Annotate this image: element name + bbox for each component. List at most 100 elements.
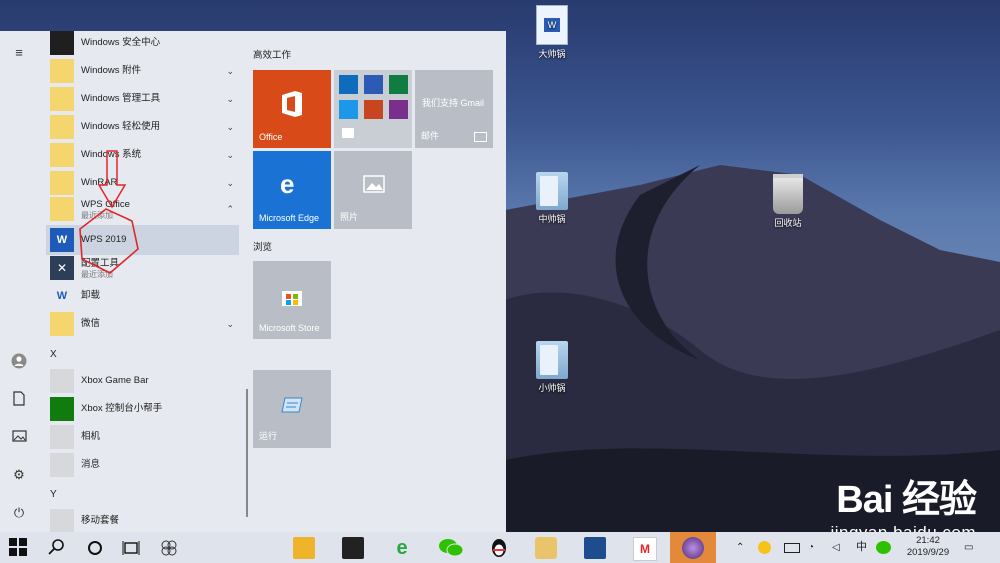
taskbar-store[interactable] bbox=[342, 537, 364, 559]
settings-gear-icon[interactable]: ⚙ bbox=[10, 466, 28, 484]
red-app-icon: M bbox=[640, 542, 650, 556]
taskbar: e M ⌃ ◔ ◁ 中 21:42 2019/9/29 ▭ bbox=[0, 532, 1000, 563]
app-folder-windows-accessories[interactable]: Windows 附件 ⌄ bbox=[50, 59, 238, 83]
folder-icon bbox=[536, 341, 568, 379]
volume-icon[interactable]: ◁ bbox=[832, 532, 840, 563]
app-mobile-plans[interactable]: 移动套餐 bbox=[50, 509, 238, 533]
chevron-down-icon: ⌄ bbox=[226, 178, 234, 188]
chevron-down-icon: ⌄ bbox=[226, 66, 234, 76]
xbox-game-bar-icon bbox=[50, 369, 74, 393]
note-icon bbox=[342, 128, 354, 138]
tile-label: Office bbox=[259, 132, 283, 142]
tile-office[interactable]: Office bbox=[253, 70, 331, 148]
app-xbox-game-bar[interactable]: Xbox Game Bar bbox=[50, 369, 238, 393]
notification-center-icon[interactable]: ▭ bbox=[964, 532, 973, 563]
app-xbox-console-companion[interactable]: Xbox 控制台小帮手 bbox=[50, 397, 238, 421]
tile-microsoft-edge[interactable]: e Microsoft Edge bbox=[253, 151, 331, 229]
edge-icon: e bbox=[280, 169, 295, 199]
letter-header-x[interactable]: X bbox=[50, 349, 57, 360]
taskbar-app-badge[interactable] bbox=[535, 537, 557, 559]
app-folder-windows-admin-tools[interactable]: Windows 管理工具 ⌄ bbox=[50, 87, 238, 111]
app-uninstall[interactable]: W 卸载 bbox=[50, 284, 238, 308]
chevron-down-icon: ⌄ bbox=[226, 150, 234, 160]
ime-indicator[interactable]: 中 bbox=[856, 532, 867, 563]
cortana-circle-icon bbox=[88, 541, 102, 555]
app-label: Windows 安全中心 bbox=[81, 37, 161, 48]
task-view-button[interactable] bbox=[120, 537, 142, 559]
app-folder-wechat[interactable]: 微信 ⌄ bbox=[50, 312, 238, 336]
app-label: Windows 轻松使用 bbox=[81, 121, 161, 132]
desktop-icon-label: 小帅锅 bbox=[538, 383, 566, 393]
taskbar-wechat[interactable] bbox=[438, 537, 464, 559]
tile-mail[interactable]: 我们支持 Gmail 邮件 bbox=[415, 70, 493, 148]
desktop-icon-xiaoshuaiguo[interactable]: 小帅锅 bbox=[522, 341, 582, 394]
folder-icon bbox=[536, 172, 568, 210]
mail-icon bbox=[474, 132, 487, 142]
desktop-icon-dashuaiguo[interactable]: W 大帅锅 bbox=[522, 5, 582, 60]
clock-time: 21:42 bbox=[916, 535, 940, 546]
taskbar-active-app[interactable] bbox=[670, 532, 716, 563]
app-label: 卸载 bbox=[81, 290, 101, 301]
qq-penguin-icon bbox=[492, 539, 506, 557]
taskbar-ie-browser[interactable]: e bbox=[391, 537, 413, 559]
skype-icon bbox=[339, 100, 358, 119]
folder-icon bbox=[50, 59, 74, 83]
chevron-down-icon: ⌄ bbox=[226, 94, 234, 104]
search-button[interactable] bbox=[46, 536, 70, 560]
app-label: 相机 bbox=[81, 431, 101, 442]
taskbar-app-flower[interactable] bbox=[158, 537, 180, 559]
wechat-tray-icon[interactable] bbox=[876, 541, 891, 554]
browser-e-icon: e bbox=[396, 537, 408, 559]
app-folder-windows-ease-of-access[interactable]: Windows 轻松使用 ⌄ bbox=[50, 115, 238, 139]
desktop-icon-recycle-bin[interactable]: 回收站 bbox=[758, 174, 818, 229]
clock[interactable]: 21:42 2019/9/29 bbox=[904, 535, 952, 559]
camera-icon bbox=[50, 425, 74, 449]
tile-office-apps-folder[interactable] bbox=[334, 70, 412, 148]
app-messages[interactable]: 消息 bbox=[50, 453, 238, 477]
start-button[interactable] bbox=[8, 537, 30, 559]
tile-photos[interactable]: 照片 bbox=[334, 151, 412, 229]
onenote-icon bbox=[389, 100, 408, 119]
windows-logo-icon bbox=[9, 538, 27, 556]
tray-app-icon[interactable] bbox=[758, 541, 771, 554]
battery-icon[interactable] bbox=[784, 543, 800, 553]
flower-app-icon bbox=[161, 540, 177, 556]
taskbar-app-red[interactable]: M bbox=[633, 537, 657, 561]
app-windows-security[interactable]: Windows 安全中心 bbox=[50, 31, 238, 55]
signal-icon bbox=[50, 509, 74, 533]
cortana-button[interactable] bbox=[84, 537, 106, 559]
taskbar-app-train[interactable] bbox=[584, 537, 606, 559]
pictures-icon[interactable] bbox=[10, 429, 28, 447]
powerpoint-icon bbox=[364, 100, 383, 119]
letter-header-y[interactable]: Y bbox=[50, 489, 57, 500]
gmail-support-text: 我们支持 Gmail bbox=[422, 98, 485, 108]
user-avatar-icon[interactable] bbox=[10, 353, 28, 371]
excel-icon bbox=[389, 75, 408, 94]
run-icon bbox=[281, 397, 303, 413]
desktop-icon-zhongshuaiguo[interactable]: 中帅锅 bbox=[522, 172, 582, 225]
chevron-down-icon: ⌄ bbox=[226, 122, 234, 132]
network-icon[interactable]: ◔ bbox=[808, 532, 814, 563]
tile-microsoft-store[interactable]: Microsoft Store bbox=[253, 261, 331, 339]
hamburger-menu-icon[interactable]: ≡ bbox=[10, 44, 28, 62]
show-hidden-icons-chevron-icon[interactable]: ⌃ bbox=[736, 532, 744, 563]
office-icon bbox=[282, 91, 302, 117]
search-icon bbox=[48, 539, 64, 555]
outlook-icon bbox=[339, 75, 358, 94]
tile-run[interactable]: 运行 bbox=[253, 370, 331, 448]
word-icon bbox=[364, 75, 383, 94]
group-title-browse: 浏览 bbox=[253, 242, 273, 253]
documents-icon[interactable] bbox=[10, 391, 28, 409]
task-view-icon bbox=[122, 541, 140, 555]
shield-icon bbox=[50, 31, 74, 55]
taskbar-file-explorer[interactable] bbox=[293, 537, 315, 559]
tile-label: 邮件 bbox=[421, 131, 440, 141]
red-arrow-annotation bbox=[79, 150, 139, 274]
desktop-icon-label: 回收站 bbox=[774, 218, 802, 228]
app-list-scrollbar[interactable] bbox=[246, 389, 248, 517]
taskbar-qq[interactable] bbox=[488, 537, 510, 559]
app-camera[interactable]: 相机 bbox=[50, 425, 238, 449]
power-icon[interactable]: ⏻ bbox=[10, 504, 28, 522]
galaxy-app-icon bbox=[682, 537, 704, 559]
clock-date: 2019/9/29 bbox=[906, 547, 950, 558]
